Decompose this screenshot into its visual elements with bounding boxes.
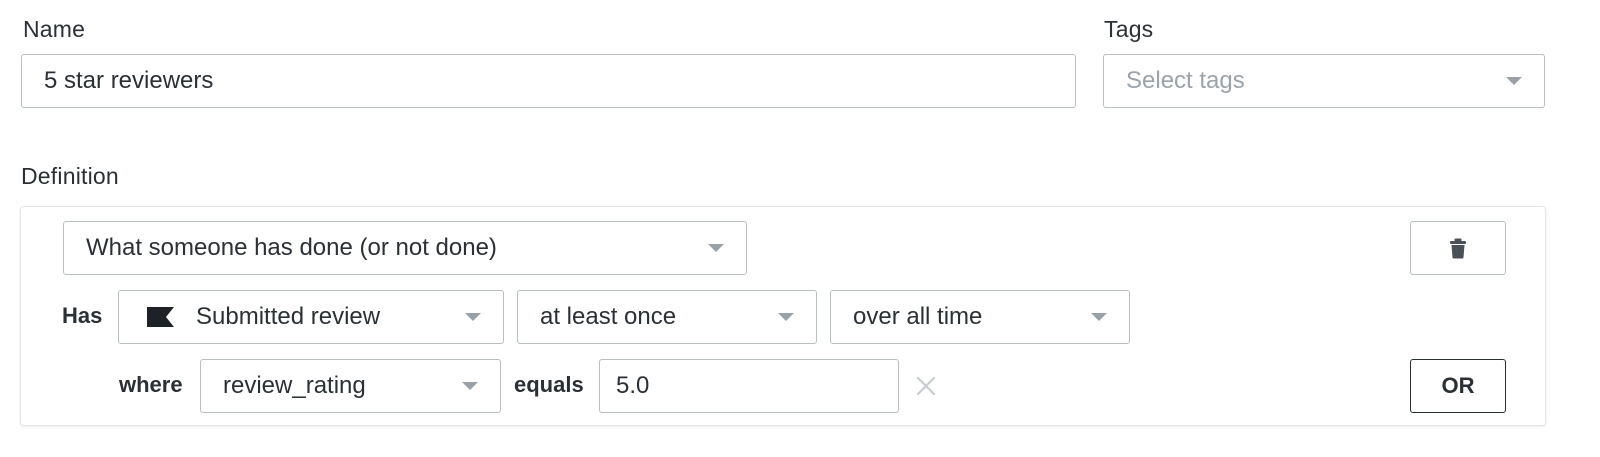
- tags-select[interactable]: Select tags: [1103, 54, 1545, 108]
- or-button[interactable]: OR: [1410, 359, 1506, 413]
- clear-value-button[interactable]: [915, 375, 937, 397]
- timeframe-select[interactable]: over all time: [830, 290, 1130, 344]
- chevron-down-icon: [465, 313, 481, 321]
- condition-type-value: What someone has done (or not done): [86, 234, 497, 261]
- metric-value: Submitted review: [196, 303, 381, 330]
- trash-icon: [1450, 238, 1466, 258]
- frequency-select[interactable]: at least once: [517, 290, 817, 344]
- tags-placeholder: Select tags: [1126, 67, 1245, 94]
- chevron-down-icon: [778, 313, 794, 321]
- where-label: where: [119, 372, 183, 397]
- property-value: review_rating: [223, 372, 366, 399]
- chevron-down-icon: [1091, 313, 1107, 321]
- chevron-down-icon: [708, 244, 724, 252]
- chevron-down-icon: [462, 382, 478, 390]
- value-input[interactable]: 5.0: [599, 359, 899, 413]
- timeframe-value: over all time: [853, 303, 983, 330]
- chevron-down-icon: [1506, 77, 1522, 85]
- has-label: Has: [62, 303, 103, 328]
- name-label: Name: [23, 16, 86, 42]
- property-select[interactable]: review_rating: [200, 359, 501, 413]
- metric-select[interactable]: Submitted review: [118, 290, 504, 344]
- flag-icon: [147, 307, 174, 327]
- tags-label: Tags: [1104, 16, 1154, 42]
- frequency-value: at least once: [540, 303, 677, 330]
- name-input[interactable]: 5 star reviewers: [21, 54, 1076, 108]
- operator-label: equals: [514, 372, 584, 397]
- condition-type-select[interactable]: What someone has done (or not done): [63, 221, 747, 275]
- name-input-value: 5 star reviewers: [44, 67, 214, 94]
- close-icon: [916, 376, 936, 396]
- delete-condition-button[interactable]: [1410, 221, 1506, 275]
- value-input-text: 5.0: [616, 372, 650, 399]
- definition-label: Definition: [21, 163, 119, 189]
